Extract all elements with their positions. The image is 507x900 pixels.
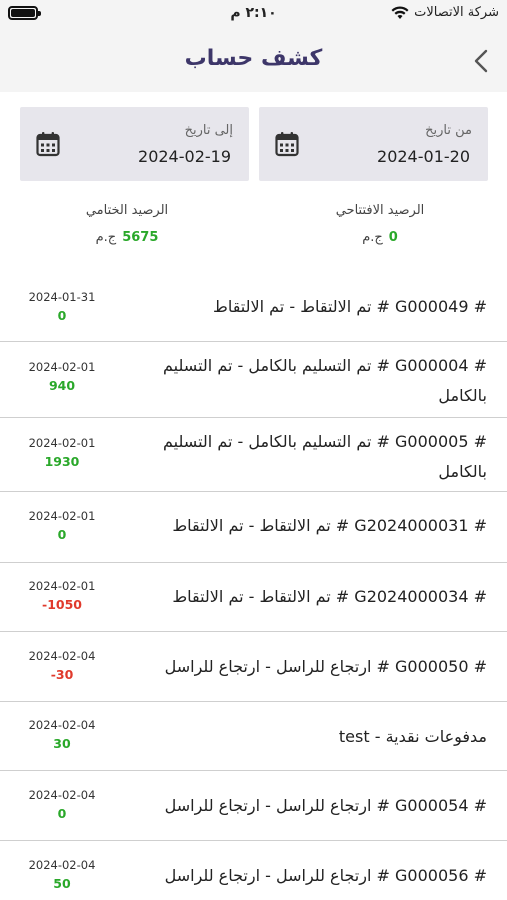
transaction-amount: 30 <box>53 736 71 751</box>
transaction-amount: 0 <box>57 527 67 542</box>
transaction-list: # G000049 # تم الالتقاط - تم الالتقاط 20… <box>0 272 507 900</box>
opening-balance-value: 0 <box>388 230 398 245</box>
transaction-date: 2024-02-04 <box>28 718 96 732</box>
transaction-description: # G000005 # تم التسليم بالكامل - تم التس… <box>163 432 487 481</box>
transaction-description: مدفوعات نقدية - test <box>338 727 487 746</box>
transaction-row[interactable]: # G000054 # ارتجاع للراسل - ارتجاع للراس… <box>0 771 507 841</box>
currency-label: ج.م <box>95 230 117 245</box>
currency-label: ج.م <box>362 230 383 245</box>
calendar-icon <box>36 132 60 157</box>
from-date-field[interactable]: من تاريخ 2024-01-20 <box>259 107 488 181</box>
transaction-date: 2024-02-04 <box>28 858 96 872</box>
carrier-name: شركة الاتصالات <box>414 5 499 20</box>
status-bar: ٢:١٠ م شركة الاتصالات <box>0 0 507 30</box>
from-date-label: من تاريخ <box>425 123 472 138</box>
closing-balance-value: 5675 <box>122 230 159 245</box>
transaction-date: 2024-02-01 <box>28 579 96 593</box>
calendar-icon <box>275 132 299 157</box>
transaction-description: # G000054 # ارتجاع للراسل - ارتجاع للراس… <box>164 796 487 815</box>
to-date-field[interactable]: إلى تاريخ 2024-02-19 <box>20 107 249 181</box>
to-date-value: 2024-02-19 <box>138 147 231 166</box>
back-button[interactable] <box>469 46 493 76</box>
opening-balance-label: الرصيد الافتتاحي <box>335 203 425 218</box>
transaction-date: 2024-01-31 <box>28 290 96 304</box>
transaction-date: 2024-02-04 <box>28 649 96 663</box>
transaction-amount: 50 <box>53 876 71 891</box>
chevron-left-icon <box>474 49 488 73</box>
transaction-description: # G2024000031 # تم الالتقاط - تم الالتقا… <box>172 516 487 535</box>
opening-balance: الرصيد الافتتاحي 0 ج.م <box>280 203 480 245</box>
transaction-amount: 0 <box>57 308 67 323</box>
transaction-date: 2024-02-04 <box>28 788 96 802</box>
transaction-amount: -30 <box>50 667 74 682</box>
transaction-row[interactable]: # G2024000031 # تم الالتقاط - تم الالتقا… <box>0 492 507 563</box>
transaction-row[interactable]: # G000004 # تم التسليم بالكامل - تم التس… <box>0 342 507 418</box>
closing-balance-label: الرصيد الختامي <box>85 203 169 218</box>
transaction-amount: -1050 <box>42 597 82 612</box>
carrier-info: شركة الاتصالات <box>391 5 499 20</box>
transaction-date: 2024-02-01 <box>28 436 96 450</box>
transaction-description: # G000049 # تم الالتقاط - تم الالتقاط <box>213 297 487 316</box>
transaction-amount: 0 <box>57 806 67 821</box>
transaction-amount: 940 <box>48 378 76 393</box>
transaction-description: # G2024000034 # تم الالتقاط - تم الالتقا… <box>172 587 487 606</box>
page-title: كشف حساب <box>184 46 323 71</box>
transaction-row[interactable]: مدفوعات نقدية - test 2024-02-04 30 <box>0 702 507 771</box>
transaction-date: 2024-02-01 <box>28 360 96 374</box>
transaction-row[interactable]: # G000056 # ارتجاع للراسل - ارتجاع للراس… <box>0 841 507 900</box>
to-date-label: إلى تاريخ <box>184 123 233 138</box>
transaction-row[interactable]: # G000050 # ارتجاع للراسل - ارتجاع للراس… <box>0 632 507 702</box>
navigation-bar: كشف حساب <box>0 30 507 92</box>
transaction-amount: 1930 <box>44 454 80 469</box>
transaction-description: # G000050 # ارتجاع للراسل - ارتجاع للراس… <box>164 657 487 676</box>
transaction-row[interactable]: # G2024000034 # تم الالتقاط - تم الالتقا… <box>0 563 507 632</box>
closing-balance: الرصيد الختامي 5675 ج.م <box>27 203 227 245</box>
from-date-value: 2024-01-20 <box>377 147 470 166</box>
wifi-icon <box>391 5 409 19</box>
transaction-row[interactable]: # G000005 # تم التسليم بالكامل - تم التس… <box>0 418 507 492</box>
transaction-row[interactable]: # G000049 # تم الالتقاط - تم الالتقاط 20… <box>0 272 507 342</box>
transaction-description: # G000056 # ارتجاع للراسل - ارتجاع للراس… <box>164 866 487 885</box>
transaction-date: 2024-02-01 <box>28 509 96 523</box>
transaction-description: # G000004 # تم التسليم بالكامل - تم التس… <box>163 356 487 405</box>
